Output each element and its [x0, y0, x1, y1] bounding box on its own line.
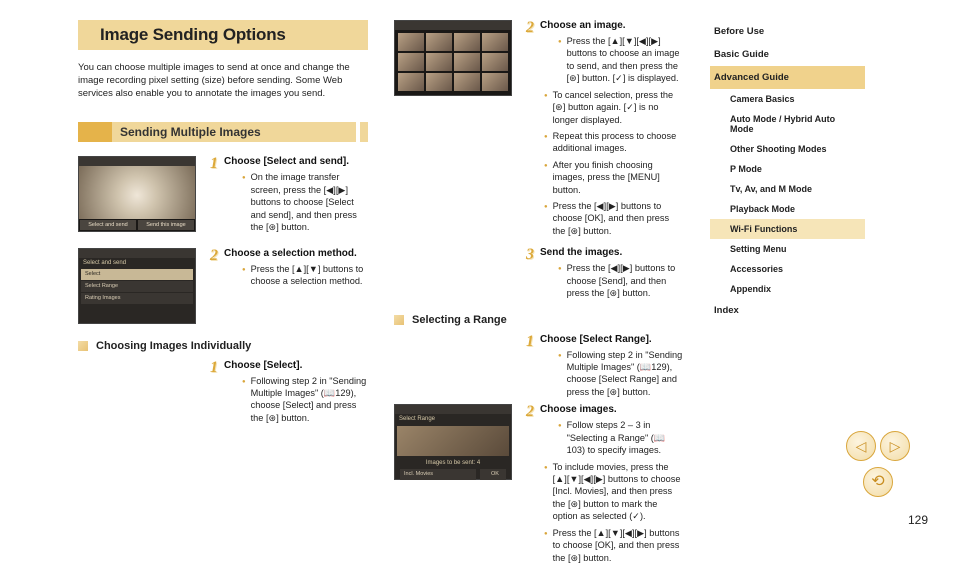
screenshot-thumbnails: [394, 20, 512, 96]
subsection-selecting-range: Selecting a Range: [394, 314, 684, 326]
nav-before-use[interactable]: Before Use: [710, 20, 865, 43]
nav-auto-mode[interactable]: Auto Mode / Hybrid Auto Mode: [710, 109, 865, 139]
bullet: Following step 2 in "Sending Multiple Im…: [540, 349, 684, 399]
step-number: 1: [210, 360, 218, 376]
step-number: 3: [526, 247, 534, 263]
bullet: Press the [▲][▼][◀][▶] buttons to choose…: [526, 527, 684, 564]
step-title: Send the images.: [526, 247, 684, 258]
intro-text: You can choose multiple images to send a…: [78, 62, 368, 100]
next-page-button[interactable]: ▷: [880, 431, 910, 461]
subsection-choosing-individually: Choosing Images Individually: [78, 340, 368, 352]
screenshot-select-menu: Select and send Select Select Range Rati…: [78, 248, 196, 324]
prev-page-button[interactable]: ◁: [846, 431, 876, 461]
bullet: Press the [▲][▼][◀][▶] buttons to choose…: [540, 35, 684, 85]
step-number: 2: [526, 404, 534, 420]
bullet: Press the [◀][▶] buttons to choose [OK],…: [526, 200, 684, 237]
nav-camera-basics[interactable]: Camera Basics: [710, 89, 865, 109]
step-title: Choose [Select].: [210, 360, 368, 371]
bullet: Following step 2 in "Sending Multiple Im…: [224, 375, 368, 425]
step-number: 2: [526, 20, 534, 36]
nav-index[interactable]: Index: [710, 299, 865, 322]
nav-setting-menu[interactable]: Setting Menu: [710, 239, 865, 259]
step-title: Choose images.: [526, 404, 684, 415]
page-title: Image Sending Options: [78, 20, 368, 50]
step-number: 1: [210, 156, 218, 172]
bullet: Press the [▲][▼] buttons to choose a sel…: [224, 263, 368, 288]
nav-other-shooting[interactable]: Other Shooting Modes: [710, 139, 865, 159]
nav-tv-av-m[interactable]: Tv, Av, and M Mode: [710, 179, 865, 199]
step-title: Choose [Select and send].: [210, 156, 368, 167]
bullet: To cancel selection, press the [⊛] butto…: [526, 89, 684, 126]
bullet: Press the [◀][▶] buttons to choose [Send…: [540, 262, 684, 299]
nav-basic-guide[interactable]: Basic Guide: [710, 43, 865, 66]
page-nav-buttons: ◁▷ ⟲: [844, 429, 912, 501]
step-title: Choose a selection method.: [210, 248, 368, 259]
step-title: Choose an image.: [526, 20, 684, 31]
bullet: After you finish choosing images, press …: [526, 159, 684, 196]
bullet: Follow steps 2 – 3 in "Selecting a Range…: [540, 419, 684, 456]
toc-sidebar: Before Use Basic Guide Advanced Guide Ca…: [710, 20, 865, 322]
page-number: 129: [908, 513, 928, 527]
nav-wifi-functions[interactable]: Wi-Fi Functions: [710, 219, 865, 239]
bullet: On the image transfer screen, press the …: [224, 171, 368, 233]
nav-p-mode[interactable]: P Mode: [710, 159, 865, 179]
step-number: 1: [526, 334, 534, 350]
bullet: To include movies, press the [▲][▼][◀][▶…: [526, 461, 684, 523]
step-number: 2: [210, 248, 218, 264]
nav-advanced-guide[interactable]: Advanced Guide: [710, 66, 865, 89]
screenshot-transfer-screen: Select and send Send this image: [78, 156, 196, 232]
section-sending-multiple: Sending Multiple Images: [78, 122, 368, 142]
screenshot-select-range: Select Range Images to be sent: 4 Incl. …: [394, 404, 512, 480]
nav-playback[interactable]: Playback Mode: [710, 199, 865, 219]
nav-appendix[interactable]: Appendix: [710, 279, 865, 299]
nav-accessories[interactable]: Accessories: [710, 259, 865, 279]
return-button[interactable]: ⟲: [863, 467, 893, 497]
bullet: Repeat this process to choose additional…: [526, 130, 684, 155]
step-title: Choose [Select Range].: [526, 334, 684, 345]
